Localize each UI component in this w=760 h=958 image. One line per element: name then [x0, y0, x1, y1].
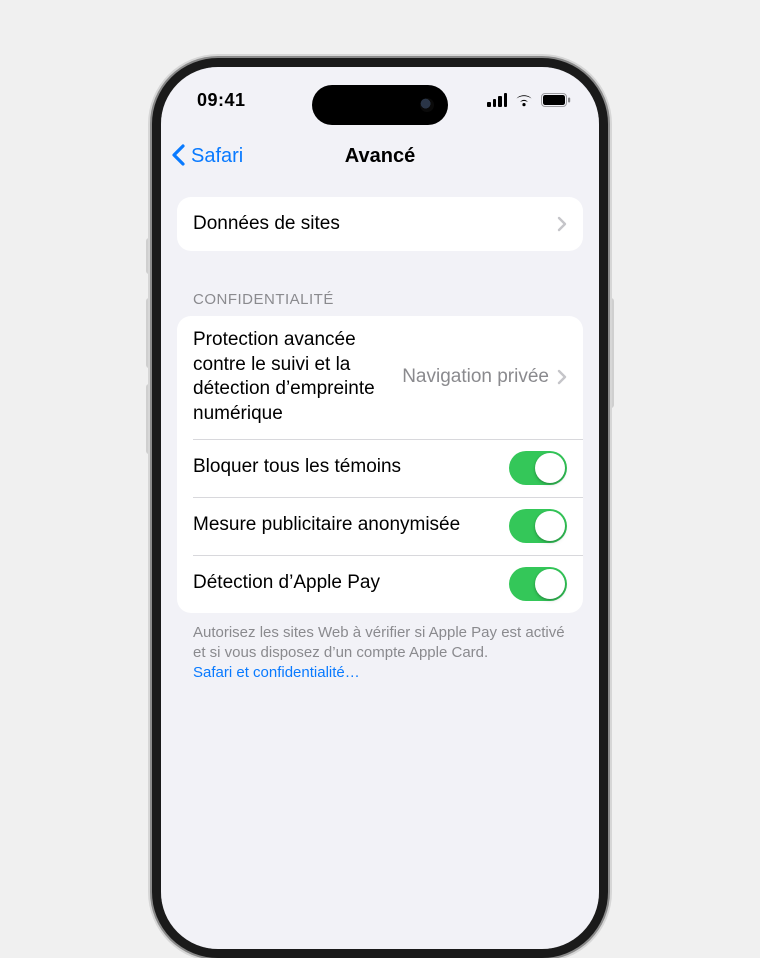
power-button [608, 298, 614, 408]
nav-bar: Safari Avancé [161, 133, 599, 179]
dynamic-island [312, 85, 448, 125]
wifi-icon [514, 93, 534, 107]
tracking-protection-label: Protection avancée contre le suivi et la… [193, 328, 402, 427]
chevron-left-icon [171, 144, 189, 168]
ad-measurement-toggle[interactable] [509, 509, 567, 543]
website-data-row[interactable]: Données de sites [177, 197, 583, 251]
phone-frame: 09:41 Safari [152, 58, 608, 958]
ad-measurement-label: Mesure publicitaire anonymisée [193, 513, 509, 538]
apple-pay-row: Détection d’Apple Pay [177, 555, 583, 613]
back-label: Safari [191, 145, 243, 168]
privacy-link[interactable]: Safari et confidentialité… [193, 664, 360, 681]
website-data-label: Données de sites [193, 212, 549, 237]
privacy-group: Protection avancée contre le suivi et la… [177, 316, 583, 613]
status-time: 09:41 [197, 90, 246, 111]
apple-pay-toggle[interactable] [509, 567, 567, 601]
apple-pay-label: Détection d’Apple Pay [193, 571, 509, 596]
back-button[interactable]: Safari [171, 144, 243, 168]
block-cookies-label: Bloquer tous les témoins [193, 455, 509, 480]
chevron-right-icon [557, 216, 567, 232]
screen: Safari Avancé Données de sites CONFIDENT… [161, 67, 599, 949]
cellular-icon [487, 93, 507, 107]
website-data-group: Données de sites [177, 197, 583, 251]
block-cookies-row: Bloquer tous les témoins [177, 439, 583, 497]
chevron-right-icon [557, 369, 567, 385]
footer-text: Autorisez les sites Web à vérifier si Ap… [193, 624, 565, 661]
battery-icon [541, 93, 571, 107]
footer-note: Autorisez les sites Web à vérifier si Ap… [177, 613, 583, 684]
privacy-header: CONFIDENTIALITÉ [177, 291, 583, 316]
tracking-protection-value: Navigation privée [402, 366, 549, 388]
tracking-protection-row[interactable]: Protection avancée contre le suivi et la… [177, 316, 583, 439]
status-icons [487, 93, 571, 107]
block-cookies-toggle[interactable] [509, 451, 567, 485]
ad-measurement-row: Mesure publicitaire anonymisée [177, 497, 583, 555]
